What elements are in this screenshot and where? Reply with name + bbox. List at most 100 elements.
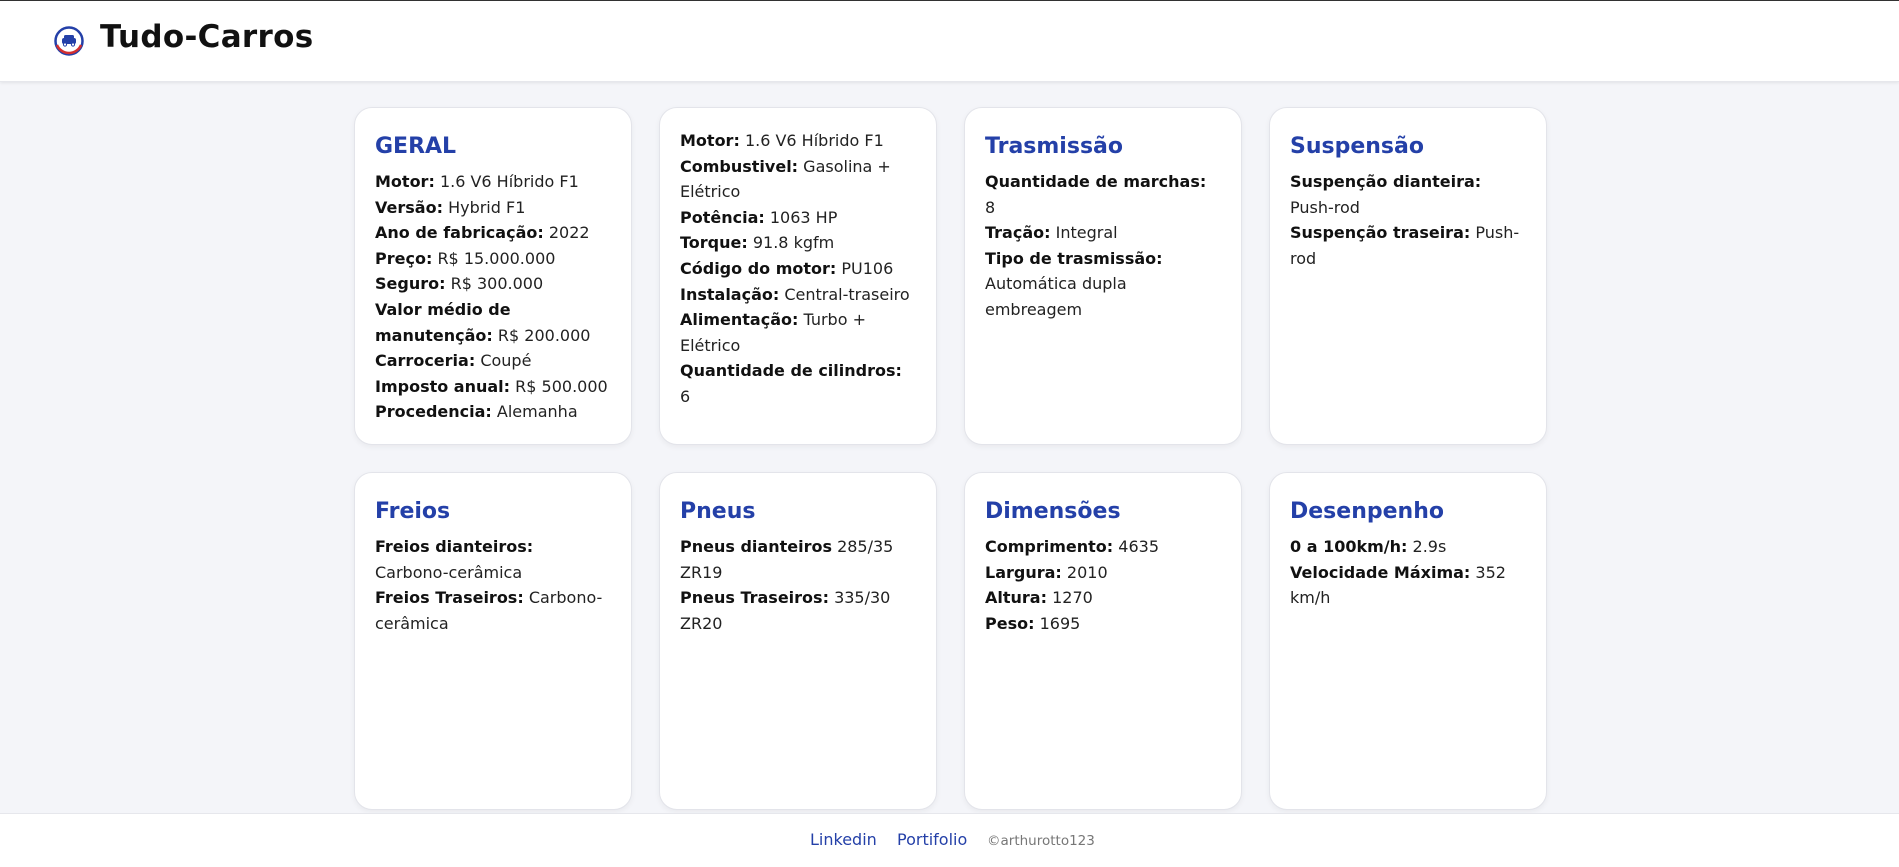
spec-row: Peso: 1695: [985, 611, 1221, 637]
spec-label: Pneus dianteiros: [680, 537, 832, 556]
card-motor: Motor: 1.6 V6 Híbrido F1 Combustivel: Gas…: [659, 107, 937, 445]
spec-label: Carroceria:: [375, 351, 476, 371]
spec-value: 2.9s: [1412, 537, 1447, 556]
card-rows: Motor: 1.6 V6 Híbrido F1 Versão: Hybrid F…: [375, 169, 611, 425]
card-title: Dimensões: [985, 499, 1121, 524]
spec-label: Largura:: [985, 562, 1062, 582]
spec-label: Suspenção dianteira:: [1290, 172, 1482, 191]
spec-row: Suspenção dianteira: Push-rod: [1290, 169, 1526, 220]
spec-value: 1695: [1039, 613, 1081, 633]
car-logo-icon[interactable]: [54, 26, 84, 56]
spec-label: Tração:: [985, 223, 1051, 243]
spec-label: Altura:: [985, 588, 1047, 608]
spec-label: Freios dianteiros:: [375, 537, 534, 556]
spec-label: Torque:: [680, 233, 748, 253]
card-pneus: Pneus Pneus dianteiros 285/35 ZR19 Pneus …: [659, 472, 937, 810]
spec-label: Freios Traseiros:: [375, 588, 524, 608]
spec-label: Motor:: [375, 172, 435, 191]
card-rows: Freios dianteiros: Carbono-cerâmica Freio…: [375, 534, 611, 636]
spec-label: Suspenção traseira:: [1290, 223, 1471, 243]
spec-row: Código do motor: PU106: [680, 256, 916, 282]
card-title: Pneus: [680, 499, 756, 524]
card-rows: Pneus dianteiros 285/35 ZR19 Pneus Trasei…: [680, 534, 916, 636]
spec-row: Quantidade de cilindros: 6: [680, 358, 916, 409]
spec-row: Tração: Integral: [985, 220, 1221, 246]
spec-value: Alemanha: [496, 402, 578, 422]
card-geral: GERAL Motor: 1.6 V6 Híbrido F1 Versão: Hy…: [354, 107, 632, 445]
spec-label: Alimentação:: [680, 310, 799, 330]
spec-value: Central-traseiro: [784, 284, 910, 304]
spec-row: Potência: 1063 HP: [680, 205, 916, 231]
spec-row: Torque: 91.8 kgfm: [680, 230, 916, 256]
spec-label: Código do motor:: [680, 258, 837, 278]
spec-label: Velocidade Máxima:: [1290, 562, 1471, 582]
spec-label: Preço:: [375, 248, 433, 268]
spec-value: PU106: [841, 258, 894, 278]
spec-label: Versão:: [375, 197, 443, 217]
card-title: Freios: [375, 499, 451, 524]
spec-label: Quantidade de marchas:: [985, 172, 1207, 191]
spec-value: 6: [680, 386, 691, 406]
spec-row: Velocidade Máxima: 352 km/h: [1290, 560, 1526, 611]
spec-row: Seguro: R$ 300.000: [375, 271, 611, 297]
spec-row: Altura: 1270: [985, 585, 1221, 611]
spec-row: Motor: 1.6 V6 Híbrido F1: [375, 169, 611, 195]
spec-row: Carroceria: Coupé: [375, 348, 611, 374]
spec-row: Instalação: Central-traseiro: [680, 282, 916, 308]
card-title: Suspensão: [1290, 134, 1424, 159]
spec-value: 91.8 kgfm: [752, 233, 835, 253]
spec-row: Pneus Traseiros: 335/30 ZR20: [680, 585, 916, 636]
linkedin-link[interactable]: Linkedin: [810, 830, 877, 849]
spec-value: Automática dupla embreagem: [985, 274, 1127, 319]
spec-label: Motor:: [680, 131, 740, 150]
spec-row: Procedencia: Alemanha: [375, 399, 611, 425]
spec-row: Versão: Hybrid F1: [375, 195, 611, 221]
spec-value: 2010: [1066, 562, 1108, 582]
spec-value: 1063 HP: [769, 207, 838, 227]
card-rows: Quantidade de marchas: 8 Tração: Integral…: [985, 169, 1221, 323]
spec-row: Comprimento: 4635: [985, 534, 1221, 560]
spec-row: Freios dianteiros: Carbono-cerâmica: [375, 534, 611, 585]
spec-value: Push-rod: [1290, 197, 1360, 217]
spec-row: Pneus dianteiros 285/35 ZR19: [680, 534, 916, 585]
spec-value: 2022: [548, 223, 590, 243]
card-title: Trasmissão: [985, 134, 1123, 159]
spec-row: 0 a 100km/h: 2.9s: [1290, 534, 1526, 560]
spec-label: Imposto anual:: [375, 376, 511, 396]
card-suspensao: Suspensão Suspenção dianteira: Push-rod S…: [1269, 107, 1547, 445]
spec-label: Peso:: [985, 613, 1035, 633]
spec-label: Potência:: [680, 207, 765, 227]
spec-value: Carbono-cerâmica: [375, 562, 523, 582]
spec-label: Procedencia:: [375, 402, 492, 422]
spec-row: Quantidade de marchas: 8: [985, 169, 1221, 220]
spec-value: 1.6 V6 Híbrido F1: [744, 131, 884, 150]
spec-label: Quantidade de cilindros:: [680, 361, 902, 381]
card-rows: Suspenção dianteira: Push-rod Suspenção t…: [1290, 169, 1526, 271]
spec-row: Freios Traseiros: Carbono-cerâmica: [375, 585, 611, 636]
spec-row: Largura: 2010: [985, 560, 1221, 586]
spec-row: Tipo de trasmissão: Automática dupla emb…: [985, 246, 1221, 323]
spec-value: 8: [985, 197, 996, 217]
portfolio-link[interactable]: Portifolio: [897, 830, 967, 849]
spec-row: Preço: R$ 15.000.000: [375, 246, 611, 272]
spec-row: Ano de fabricação: 2022: [375, 220, 611, 246]
spec-value: Hybrid F1: [448, 197, 526, 217]
card-transmissao: Trasmissão Quantidade de marchas: 8 Traçã…: [964, 107, 1242, 445]
spec-row: Motor: 1.6 V6 Híbrido F1: [680, 128, 916, 154]
card-rows: 0 a 100km/h: 2.9s Velocidade Máxima: 352 …: [1290, 534, 1526, 611]
spec-value: Coupé: [480, 351, 532, 371]
card-rows: Comprimento: 4635 Largura: 2010 Altura: 12…: [985, 534, 1221, 636]
spec-label: Valor médio de manutenção:: [375, 299, 511, 345]
spec-row: Valor médio de manutenção: R$ 200.000: [375, 297, 611, 348]
spec-label: Pneus Traseiros:: [680, 588, 829, 608]
spec-label: Ano de fabricação:: [375, 223, 544, 243]
site-footer: Linkedin Portifolio ©arthurotto123: [0, 813, 1899, 867]
spec-value: 1.6 V6 Híbrido F1: [439, 172, 579, 191]
spec-row: Alimentação: Turbo + Elétrico: [680, 307, 916, 358]
spec-value: R$ 200.000: [497, 325, 591, 345]
spec-value: R$ 300.000: [450, 274, 544, 294]
spec-label: Tipo de trasmissão:: [985, 248, 1163, 268]
spec-value: 1270: [1052, 588, 1093, 608]
spec-value: Integral: [1055, 223, 1118, 243]
brand-title[interactable]: Tudo-Carros: [100, 19, 313, 55]
